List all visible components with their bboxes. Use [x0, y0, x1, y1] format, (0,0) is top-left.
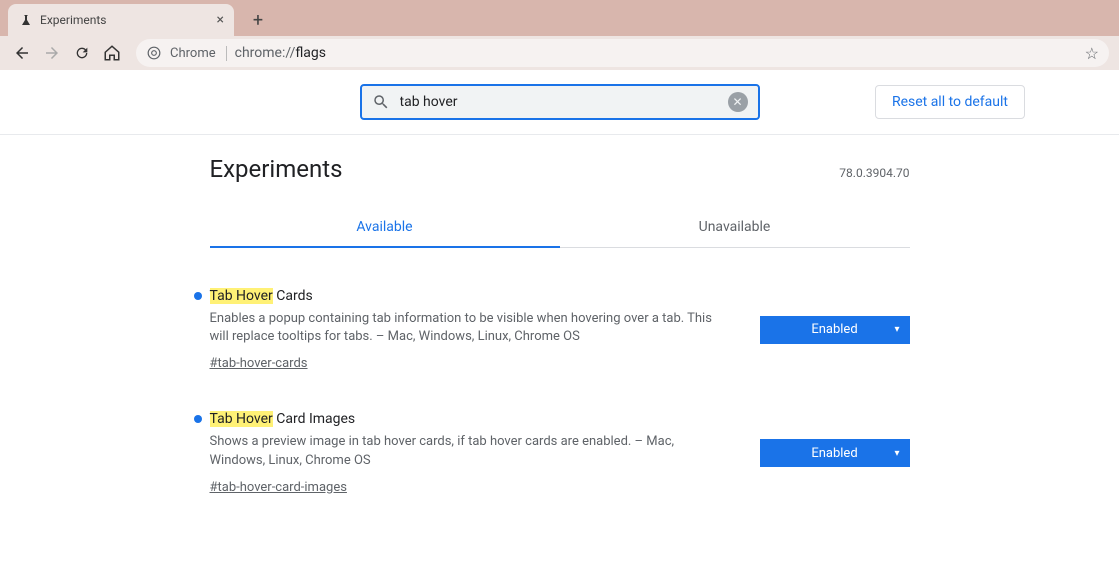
- reload-button[interactable]: [70, 41, 94, 65]
- search-box[interactable]: ✕: [360, 84, 760, 120]
- address-bar[interactable]: Chrome chrome://flags ☆: [136, 39, 1109, 67]
- home-button[interactable]: [100, 41, 124, 65]
- tab-bar: Experiments × +: [0, 0, 1119, 36]
- experiment-item: Tab Hover Cards Enables a popup containi…: [210, 288, 910, 371]
- experiment-status-select[interactable]: Enabled: [760, 439, 910, 467]
- new-tab-button[interactable]: +: [244, 6, 272, 34]
- reset-all-button[interactable]: Reset all to default: [875, 85, 1025, 119]
- search-icon: [372, 93, 390, 111]
- version-text: 78.0.3904.70: [839, 166, 909, 180]
- search-input[interactable]: [400, 94, 718, 110]
- experiment-description: Enables a popup containing tab informati…: [210, 310, 730, 346]
- experiment-item: Tab Hover Card Images Shows a preview im…: [210, 411, 910, 494]
- experiment-status-select[interactable]: Enabled: [760, 316, 910, 344]
- experiments-list: Tab Hover Cards Enables a popup containi…: [210, 248, 910, 495]
- tab-available[interactable]: Available: [210, 207, 560, 247]
- page-content: ✕ Reset all to default Experiments 78.0.…: [0, 70, 1119, 555]
- experiment-description: Shows a preview image in tab hover cards…: [210, 433, 730, 469]
- chrome-icon: [146, 45, 162, 61]
- main-area: Experiments 78.0.3904.70 Available Unava…: [210, 135, 910, 555]
- url-text: chrome://flags: [235, 45, 1077, 61]
- forward-button[interactable]: [40, 41, 64, 65]
- back-button[interactable]: [10, 41, 34, 65]
- header-row: ✕ Reset all to default: [0, 70, 1119, 135]
- experiment-title: Tab Hover Cards: [210, 288, 313, 304]
- tab-title: Experiments: [40, 13, 209, 27]
- tabs-row: Available Unavailable: [210, 207, 910, 248]
- tab-unavailable[interactable]: Unavailable: [560, 207, 910, 247]
- experiment-title: Tab Hover Card Images: [210, 411, 356, 427]
- experiment-anchor[interactable]: #tab-hover-card-images: [210, 480, 347, 495]
- close-icon[interactable]: ×: [217, 12, 224, 28]
- experiment-anchor[interactable]: #tab-hover-cards: [210, 356, 308, 371]
- bookmark-icon[interactable]: ☆: [1085, 44, 1099, 63]
- modified-dot-icon: [194, 415, 202, 423]
- flask-icon: [18, 13, 32, 27]
- modified-dot-icon: [194, 292, 202, 300]
- browser-tab[interactable]: Experiments ×: [8, 4, 234, 36]
- site-badge: Chrome: [170, 46, 227, 61]
- browser-chrome: Experiments × + Chrome chrome://flags ☆: [0, 0, 1119, 70]
- page-title: Experiments: [210, 155, 343, 183]
- clear-search-button[interactable]: ✕: [728, 92, 748, 112]
- toolbar: Chrome chrome://flags ☆: [0, 36, 1119, 70]
